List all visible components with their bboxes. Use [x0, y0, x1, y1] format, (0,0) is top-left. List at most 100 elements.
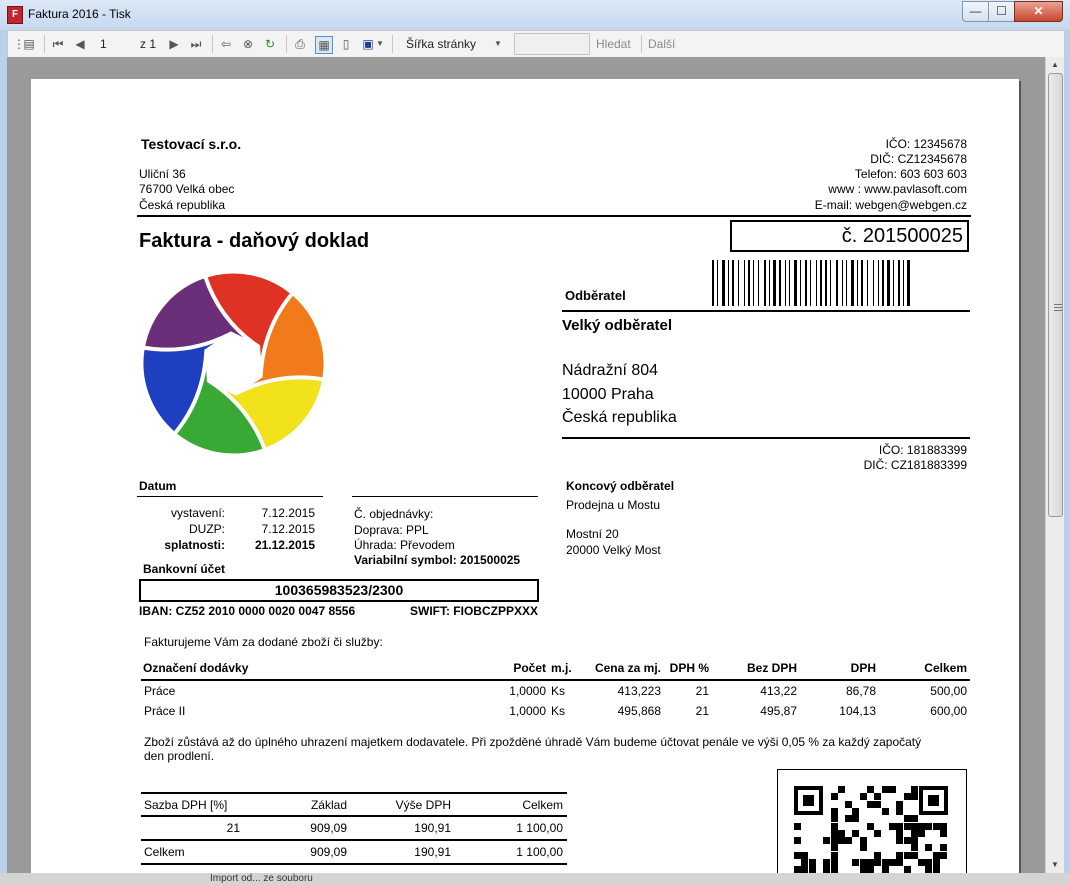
qr-module	[910, 851, 918, 859]
barcode-bar	[830, 260, 831, 306]
item-1-net: 413,22	[760, 684, 797, 698]
due-label: splatnosti:	[164, 538, 225, 552]
qr-module	[888, 822, 896, 830]
company-city: 76700 Velká obec	[139, 182, 235, 196]
print-icon[interactable]: ⎙	[292, 36, 308, 52]
company-dic: DIČ: CZ12345678	[870, 152, 967, 166]
qr-module	[903, 837, 911, 845]
payment-qr-code	[777, 769, 967, 873]
barcode-bar	[898, 260, 900, 306]
iban: IBAN: CZ52 2010 0000 0020 0047 8556	[139, 604, 356, 618]
qr-module	[859, 837, 867, 845]
print-preview-window: F Faktura 2016 - Tisk — ☐ ✕ ⋮ ▤ ⏮ ◀ 1 z …	[0, 0, 1070, 885]
qr-module	[808, 859, 816, 866]
qr-module	[910, 793, 918, 801]
qr-module	[867, 822, 874, 830]
minimize-button[interactable]: —	[962, 1, 989, 22]
export-dropdown-icon[interactable]: ▼	[376, 36, 384, 52]
company-ico: IČO: 12345678	[885, 137, 967, 151]
qr-module	[881, 866, 889, 873]
barcode-bar	[748, 260, 750, 306]
retention-note-line-1: Zboží zůstává až do úplného uhrazení maj…	[144, 735, 922, 749]
previous-page-icon[interactable]: ◀	[72, 36, 88, 52]
vertical-scrollbar[interactable]: ▲ ▼	[1045, 57, 1064, 873]
barcode-bar	[825, 260, 827, 306]
vat-header-base: Základ	[310, 798, 347, 812]
find-next-button[interactable]: Další	[648, 35, 675, 53]
qr-module	[830, 807, 838, 815]
print-layout-icon[interactable]: ▦	[315, 36, 333, 54]
issued-date: 7.12.2015	[261, 506, 315, 520]
invoice-number: č. 201500025	[730, 220, 969, 252]
zoom-select[interactable]: Šířka stránky	[406, 35, 476, 53]
company-phone: Telefon: 603 603 603	[854, 167, 967, 181]
last-page-icon[interactable]: ⏭	[188, 36, 204, 52]
barcode-bar	[789, 260, 790, 306]
scroll-down-icon[interactable]: ▼	[1046, 857, 1064, 873]
find-text-input[interactable]	[514, 33, 590, 55]
item-2-unit: Ks	[551, 704, 566, 718]
swift: SWIFT: FIOBCZPPXXX	[409, 604, 538, 618]
barcode-bar	[732, 260, 734, 306]
first-page-icon[interactable]: ⏮	[50, 36, 66, 52]
qr-module	[845, 837, 853, 845]
items-header-divider	[141, 679, 970, 681]
zoom-dropdown-icon[interactable]: ▼	[490, 36, 506, 52]
qr-module	[910, 837, 918, 845]
qr-module	[940, 822, 947, 830]
qr-module	[910, 815, 918, 823]
customer-divider	[562, 310, 970, 312]
close-button[interactable]: ✕	[1014, 1, 1063, 22]
page-number-input[interactable]: 1	[100, 35, 107, 53]
qr-module	[896, 851, 904, 859]
qr-module	[881, 859, 889, 866]
barcode-bar	[873, 260, 874, 306]
qr-module	[918, 829, 926, 837]
barcode-bar	[851, 260, 854, 306]
vat-header-rate: Sazba DPH [%]	[144, 798, 228, 812]
qr-module	[896, 807, 904, 815]
next-page-icon[interactable]: ▶	[166, 36, 182, 52]
maximize-button[interactable]: ☐	[988, 1, 1015, 22]
qr-module	[925, 844, 933, 852]
vat-header-total: Celkem	[522, 798, 563, 812]
back-icon[interactable]: ⇦	[218, 36, 234, 52]
qr-module	[896, 800, 904, 808]
qr-module	[830, 837, 838, 845]
vat-row-base: 909,09	[310, 821, 347, 835]
qr-module	[874, 793, 882, 801]
export-icon[interactable]: ▣	[360, 36, 376, 52]
window-title: Faktura 2016 - Tisk	[28, 7, 131, 21]
qr-module	[888, 859, 896, 866]
qr-module	[903, 851, 911, 859]
header-divider	[137, 215, 971, 217]
scroll-thumb[interactable]	[1048, 73, 1063, 517]
qr-module	[837, 786, 845, 793]
barcode-bar	[882, 260, 884, 306]
barcode-bar	[753, 260, 754, 306]
qr-module	[801, 851, 809, 859]
duzp-label: DUZP:	[189, 522, 225, 536]
qr-module	[830, 815, 838, 823]
page-setup-icon[interactable]: ▯	[338, 36, 354, 52]
items-header-description: Označení dodávky	[143, 661, 249, 675]
scroll-up-icon[interactable]: ▲	[1046, 57, 1064, 73]
qr-module	[801, 859, 809, 866]
final-customer-name: Prodejna u Mostu	[566, 498, 661, 512]
qr-module	[925, 822, 933, 830]
qr-module	[808, 866, 816, 873]
barcode-bar	[820, 260, 822, 306]
item-1-total: 500,00	[930, 684, 967, 698]
report-viewport: Testovací s.r.o. Uliční 36 76700 Velká o…	[7, 57, 1045, 873]
qr-module	[903, 822, 911, 830]
qr-module	[881, 807, 889, 815]
document-map-icon[interactable]: ▤	[21, 36, 37, 52]
stop-icon[interactable]: ⊗	[240, 36, 256, 52]
find-button[interactable]: Hledat	[596, 35, 631, 53]
items-header-unit-price: Cena za mj.	[594, 661, 661, 675]
refresh-icon[interactable]: ↻	[262, 36, 278, 52]
item-2-vat: 104,13	[839, 704, 876, 718]
qr-module	[896, 829, 904, 837]
vat-total-divider	[141, 839, 567, 841]
bank-account: 100365983523/2300	[139, 579, 539, 602]
